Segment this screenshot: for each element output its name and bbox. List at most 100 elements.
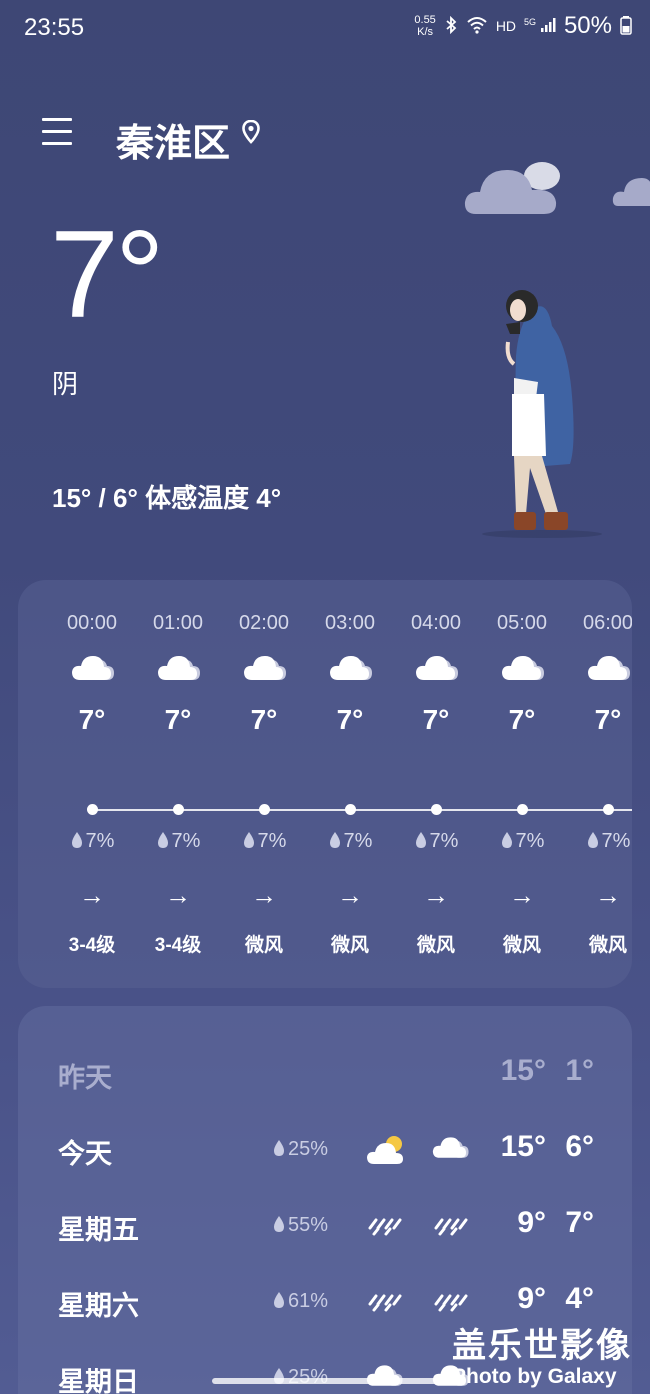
hour-wind-level: 微风 <box>244 935 283 956</box>
hour-time: 02:00 <box>238 612 290 634</box>
battery-level: 50% <box>563 12 612 39</box>
daily-row[interactable]: 昨天 15° 1° <box>18 1044 632 1104</box>
wind-direction-icon: → <box>423 880 449 910</box>
timeline-dot <box>517 804 528 815</box>
city-name[interactable]: 秦淮区 <box>116 112 230 167</box>
day-name: 星期六 <box>58 1291 139 1321</box>
hour-time: 00:00 <box>66 612 118 634</box>
timeline-dot <box>259 804 270 815</box>
watermark-title: 盖乐世影像 <box>452 1327 632 1365</box>
day-low-temperature: 1° <box>565 1054 594 1087</box>
day-high-temperature: 9° <box>517 1206 546 1239</box>
wind-direction-icon: → <box>79 880 105 910</box>
hour-temperature: 7° <box>594 704 622 735</box>
hourly-forecast-card[interactable]: 00:00 7° 7% → 3-4级 01:00 7° 7% → 3-4级 02… <box>18 580 632 988</box>
network-speed: 0.55 K/s <box>414 14 436 38</box>
hour-temperature: 7° <box>508 704 536 735</box>
status-time: 23:55 <box>24 14 85 41</box>
raindrop-icon <box>272 1214 288 1236</box>
raindrop-icon <box>328 830 344 852</box>
home-indicator[interactable] <box>212 1378 438 1384</box>
cloud-icon <box>243 652 287 687</box>
current-temperature: 7° <box>50 206 165 344</box>
hour-temperature: 7° <box>78 704 106 735</box>
raindrop-icon <box>272 1138 288 1160</box>
hour-temperature: 7° <box>422 704 450 735</box>
day-high-temperature: 15° <box>500 1130 546 1163</box>
day-name: 昨天 <box>58 1063 112 1093</box>
status-indicators: 0.55 K/s HD 5G 50% <box>414 12 632 40</box>
rain-icon <box>366 1286 402 1319</box>
temperature-range-feels-like: 15° / 6° 体感温度 4° <box>52 483 282 513</box>
raindrop-icon <box>414 830 430 852</box>
timeline-dot <box>431 804 442 815</box>
timeline-dot <box>173 804 184 815</box>
status-bar: 23:55 0.55 K/s HD 5G 50% <box>0 0 650 56</box>
hour-temperature: 7° <box>336 704 364 735</box>
day-low-temperature: 6° <box>565 1130 594 1163</box>
cloud-icon <box>432 1134 469 1165</box>
raindrop-icon <box>586 830 602 852</box>
raindrop-icon <box>70 830 86 852</box>
wind-direction-icon: → <box>251 880 277 910</box>
rain-icon <box>432 1210 468 1243</box>
day-precipitation: 25% <box>272 1138 328 1161</box>
cloud-icon <box>157 652 201 687</box>
hour-wind-level: 3-4级 <box>68 935 116 956</box>
person-illustration <box>480 286 610 545</box>
day-name: 星期五 <box>58 1215 139 1245</box>
hour-temperature: 7° <box>164 704 192 735</box>
watermark: 盖乐世影像 Photo by Galaxy <box>452 1318 632 1389</box>
timeline-dot <box>345 804 356 815</box>
hour-time: 04:00 <box>410 612 462 634</box>
day-high-temperature: 9° <box>517 1282 546 1315</box>
day-low-temperature: 7° <box>565 1206 594 1239</box>
day-name: 星期日 <box>58 1367 139 1394</box>
day-name: 今天 <box>58 1139 112 1169</box>
raindrop-icon <box>156 830 172 852</box>
location-pin-icon <box>242 119 260 151</box>
raindrop-icon <box>242 830 258 852</box>
hour-wind-level: 微风 <box>416 935 455 956</box>
hour-time: 06:00 <box>582 612 632 634</box>
rain-icon <box>432 1286 468 1319</box>
cloud-illustration-small <box>612 170 650 215</box>
cloud-icon <box>329 652 373 687</box>
hour-time: 05:00 <box>496 612 548 634</box>
hour-precipitation: 7% <box>49 830 135 853</box>
menu-icon[interactable] <box>42 118 72 146</box>
partly-sunny-icon <box>366 1134 406 1171</box>
hour-wind-level: 微风 <box>502 935 541 956</box>
hour-precipitation: 7% <box>221 830 307 853</box>
hour-precipitation: 7% <box>307 830 393 853</box>
raindrop-icon <box>272 1290 288 1312</box>
day-precipitation: 61% <box>272 1290 328 1313</box>
hour-wind-level: 3-4级 <box>154 935 202 956</box>
cloud-icon <box>501 652 545 687</box>
daily-row[interactable]: 今天 25% 15° 6° <box>18 1120 632 1180</box>
timeline-dot <box>603 804 614 815</box>
current-condition: 阴 <box>52 369 79 399</box>
timeline-dot <box>87 804 98 815</box>
hour-time: 01:00 <box>152 612 204 634</box>
cloud-icon <box>587 652 631 687</box>
daily-row[interactable]: 星期五 55% 9° 7° <box>18 1196 632 1256</box>
cloud-icon <box>415 652 459 687</box>
rain-icon <box>366 1210 402 1243</box>
raindrop-icon <box>272 1366 288 1388</box>
raindrop-icon <box>500 830 516 852</box>
battery-icon <box>620 15 632 38</box>
wind-direction-icon: → <box>165 880 191 910</box>
hour-precipitation: 7% <box>135 830 221 853</box>
hour-wind-level: 微风 <box>588 935 627 956</box>
hd-icon: HD <box>495 18 517 34</box>
signal-icon: 5G <box>524 17 556 36</box>
hour-precipitation: 7% <box>565 830 632 853</box>
wind-direction-icon: → <box>509 880 535 910</box>
watermark-subtitle: Photo by Galaxy <box>452 1365 617 1388</box>
wind-direction-icon: → <box>337 880 363 910</box>
hour-wind-level: 微风 <box>330 935 369 956</box>
bluetooth-icon <box>444 15 458 37</box>
cloud-icon <box>71 652 115 687</box>
hour-precipitation: 7% <box>479 830 565 853</box>
